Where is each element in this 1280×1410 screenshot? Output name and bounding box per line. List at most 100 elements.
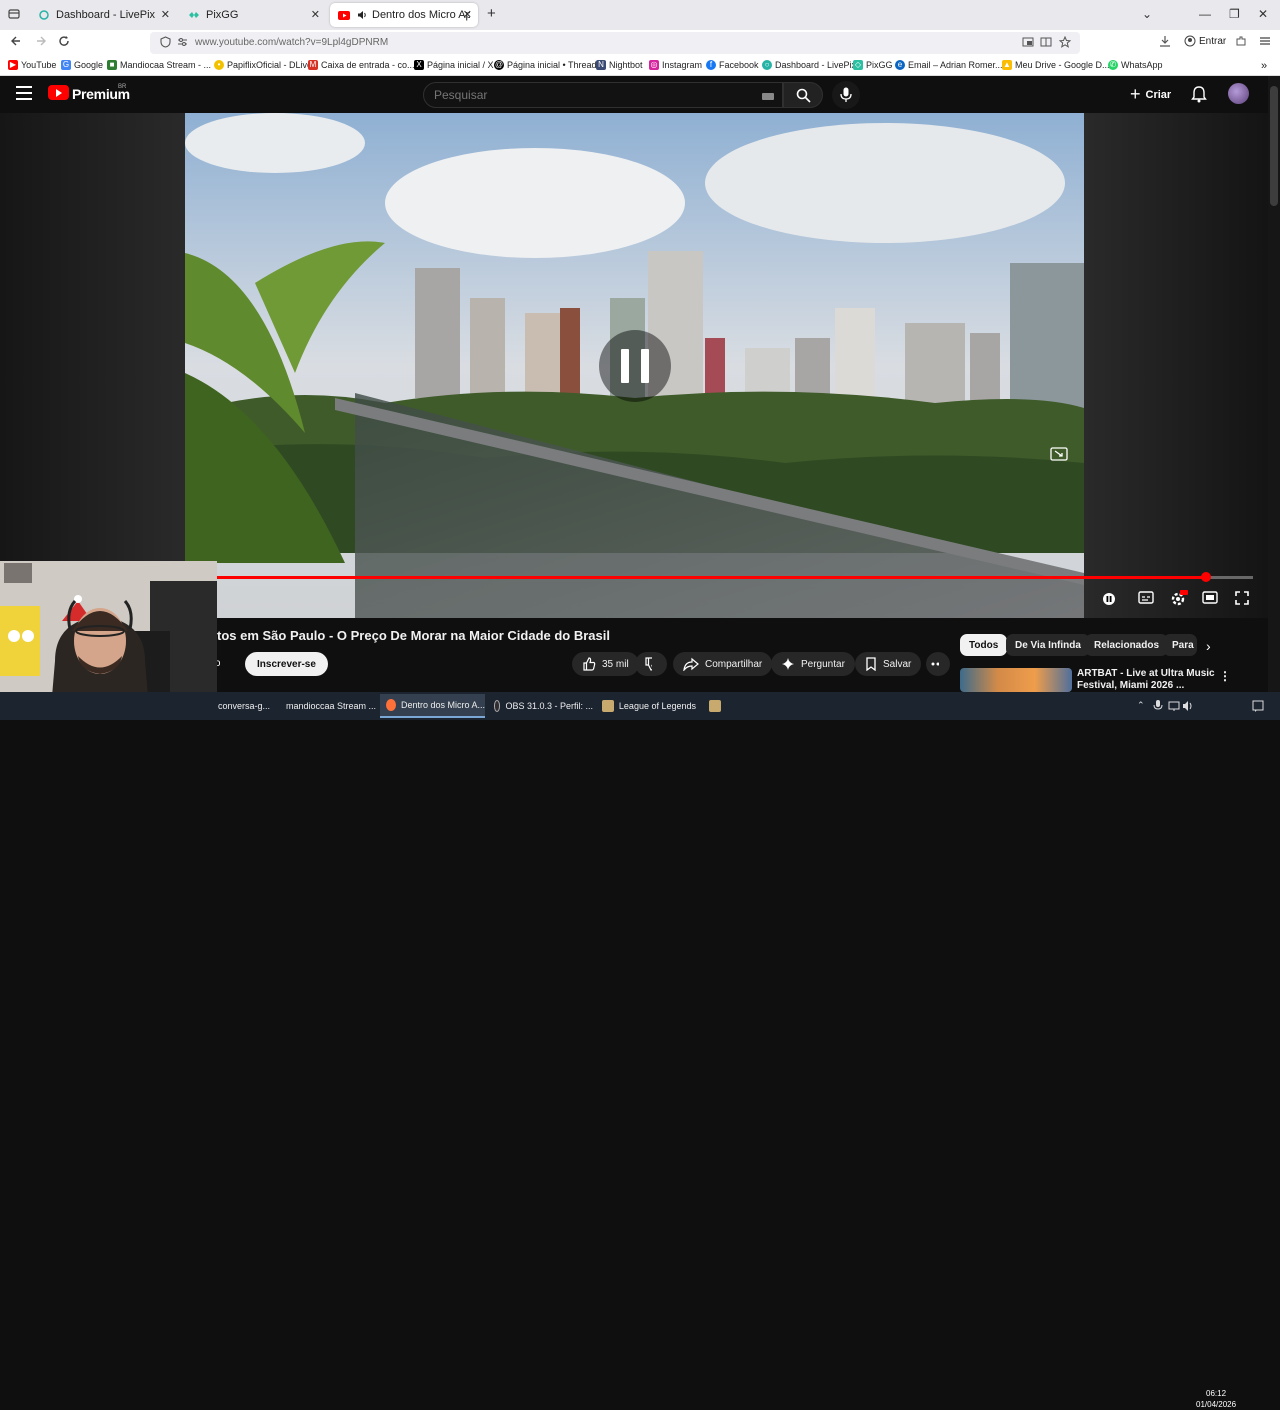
keyboard-icon[interactable] [762, 93, 774, 100]
save-button[interactable]: Salvar [855, 652, 922, 676]
bookmark-facebook[interactable]: f Facebook [706, 60, 759, 70]
network-icon[interactable] [1168, 700, 1180, 712]
bookmark-google[interactable]: G Google [61, 60, 103, 70]
reader-view-icon[interactable] [1040, 36, 1052, 51]
product-tag-icon[interactable] [1050, 447, 1068, 461]
volume-icon[interactable] [1182, 700, 1194, 712]
notifications-icon[interactable] [1252, 700, 1264, 712]
bookmark-email[interactable]: e Email – Adrian Romer... [895, 60, 1003, 70]
microphone-icon [840, 87, 852, 102]
subtitles-icon[interactable] [1138, 590, 1154, 608]
recommendation-thumbnail[interactable] [960, 668, 1072, 692]
more-vertical-icon[interactable]: ⋮ [1219, 669, 1231, 683]
recommendation-title[interactable]: ARTBAT - Live at Ultra Music Festival, M… [1077, 668, 1227, 692]
chevron-down-icon[interactable]: ⌄ [1142, 7, 1152, 21]
address-bar[interactable]: www.youtube.com/watch?v=9Lpl4gDPNRM [150, 32, 1080, 54]
minimize-icon[interactable]: — [1199, 7, 1211, 21]
youtube-logo-icon[interactable] [48, 85, 69, 100]
bookmark-youtube[interactable]: ▶ YouTube [8, 60, 56, 70]
browser-tab-strip: Dashboard - LivePix ✕ PixGG ✕ Dentro dos… [0, 0, 1280, 30]
close-tab-icon[interactable]: ✕ [161, 8, 170, 21]
close-window-icon[interactable]: ✕ [1258, 7, 1268, 21]
menu-icon[interactable] [1259, 35, 1271, 50]
microphone-icon[interactable] [1153, 700, 1163, 712]
pause-button[interactable] [599, 330, 671, 402]
star-icon[interactable] [1058, 35, 1072, 51]
taskbar-item-app[interactable] [703, 694, 729, 718]
bookmark-livepix[interactable]: ○ Dashboard - LivePix [762, 60, 856, 70]
chip-relacionados[interactable]: Relacionados [1085, 634, 1169, 656]
search-button[interactable] [783, 82, 823, 108]
livepix-icon: ○ [762, 60, 772, 70]
sign-in-button[interactable]: Entrar [1199, 36, 1226, 47]
bookmark-instagram[interactable]: ◎ Instagram [649, 60, 702, 70]
new-tab-icon[interactable]: + [487, 5, 496, 22]
notifications-bell-icon[interactable] [1191, 85, 1207, 103]
chip-todos[interactable]: Todos [960, 634, 1008, 656]
whatsapp-icon: ✆ [1108, 60, 1118, 70]
settings-gear-icon[interactable] [1170, 590, 1188, 608]
bookmark-drive[interactable]: ▲ Meu Drive - Google D... [1002, 60, 1110, 70]
clock-date: 01/04/2026 [1196, 1400, 1237, 1409]
ask-button[interactable]: Perguntar [771, 652, 855, 676]
forward-icon[interactable] [35, 35, 47, 50]
more-actions-button[interactable] [926, 652, 950, 676]
permissions-icon[interactable] [177, 36, 188, 51]
theater-mode-icon[interactable] [1202, 590, 1218, 608]
bookmark-nightbot[interactable]: N Nightbot [596, 60, 643, 70]
search-input[interactable] [434, 88, 734, 102]
chip-de-via-infinda[interactable]: De Via Infinda [1006, 634, 1090, 656]
search-icon [796, 88, 811, 103]
restore-icon[interactable]: ❐ [1229, 7, 1240, 21]
avatar[interactable] [1228, 83, 1249, 104]
close-tab-icon[interactable]: ✕ [463, 8, 472, 21]
taskbar-item-mandioccaa[interactable]: mandioccaa Stream ... [275, 694, 376, 718]
chevron-up-icon[interactable]: ⌃ [1137, 700, 1145, 711]
bookmark-threads[interactable]: @ Página inicial • Threads [494, 60, 601, 70]
taskbar-item-league[interactable]: League of Legends [596, 694, 696, 718]
tab-list-icon[interactable] [8, 8, 20, 23]
chip-para[interactable]: Para [1163, 634, 1197, 656]
os-taskbar: conversa-g... mandioccaa Stream ... Dent… [0, 692, 1280, 1409]
browser-tab-youtube[interactable]: Dentro dos Micro Apartam ✕ [330, 3, 478, 27]
firefox-icon [386, 699, 396, 711]
bookmark-pixgg[interactable]: ◇ PixGG [853, 60, 893, 70]
audio-playing-icon[interactable] [356, 9, 368, 21]
back-icon[interactable] [10, 35, 22, 50]
bookmark-dlive[interactable]: • PapiflixOficial - DLive [214, 60, 312, 70]
page-scrollbar[interactable] [1268, 76, 1280, 692]
bookmark-x[interactable]: X Página inicial / X [414, 60, 494, 70]
taskbar-item-dentro[interactable]: Dentro dos Micro A... [380, 694, 485, 718]
hamburger-menu-icon[interactable] [16, 86, 32, 104]
tab-title: Dashboard - LivePix [56, 9, 156, 21]
scrollbar-thumb[interactable] [1270, 86, 1278, 206]
browser-tab-livepix[interactable]: Dashboard - LivePix ✕ [30, 3, 176, 27]
voice-search-button[interactable] [832, 81, 860, 109]
shield-icon[interactable] [160, 36, 171, 51]
taskbar-item-obs[interactable]: OBS 31.0.3 - Perfil: ... [488, 694, 593, 718]
chevron-right-icon[interactable]: › [1206, 638, 1211, 654]
share-button[interactable]: Compartilhar [673, 652, 773, 676]
progress-bar[interactable] [217, 572, 1253, 582]
create-button[interactable]: + Criar [1130, 84, 1171, 105]
browser-tab-pixgg[interactable]: PixGG ✕ [180, 3, 326, 27]
account-icon[interactable] [1184, 35, 1196, 50]
search-box[interactable] [423, 82, 783, 108]
taskbar-item-conversa[interactable]: conversa-g... [212, 694, 272, 718]
bookmark-mandiocaa[interactable]: ■ Mandiocaa Stream - ... [107, 60, 211, 70]
bookmark-gmail[interactable]: M Caixa de entrada - co... [308, 60, 415, 70]
autoplay-toggle-icon[interactable] [1102, 592, 1116, 610]
system-clock[interactable]: 06:12 01/04/2026 [1196, 1388, 1236, 1410]
picture-in-picture-icon[interactable] [1022, 36, 1034, 51]
dislike-button[interactable] [635, 652, 667, 676]
download-icon[interactable] [1159, 35, 1171, 50]
extensions-icon[interactable] [1235, 35, 1247, 50]
subscribe-button[interactable]: Inscrever-se [245, 652, 328, 676]
bookmark-whatsapp[interactable]: ✆ WhatsApp [1108, 60, 1163, 70]
like-button[interactable]: 35 mil [572, 652, 639, 676]
close-tab-icon[interactable]: ✕ [311, 8, 320, 21]
more-bookmarks-icon[interactable]: » [1261, 60, 1267, 72]
reload-icon[interactable] [58, 35, 70, 50]
fullscreen-icon[interactable] [1234, 590, 1250, 608]
url-text[interactable]: www.youtube.com/watch?v=9Lpl4gDPNRM [195, 37, 388, 48]
